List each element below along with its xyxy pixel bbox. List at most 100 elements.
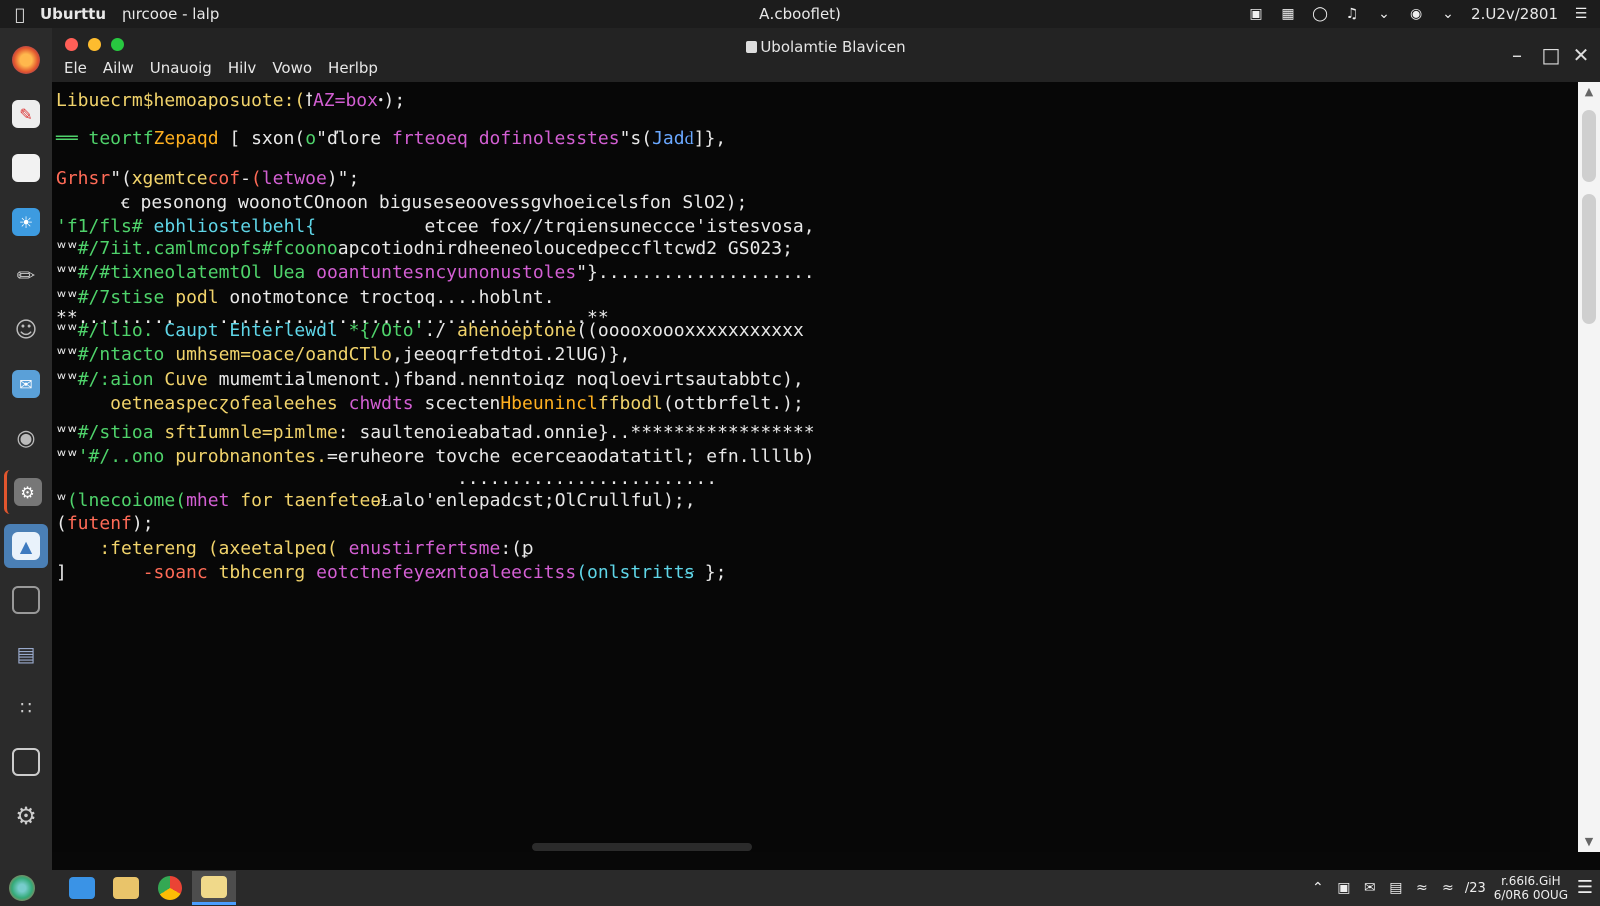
chevron-down-icon[interactable]: ⌄ (1439, 6, 1457, 22)
terminal-segment: #/ntacto (77, 344, 176, 365)
top-bar-clock[interactable]: 2.U2v/2801 (1471, 5, 1558, 23)
chevron-up-icon[interactable]: ⌃ (1309, 880, 1327, 896)
dock-item-settings[interactable]: ⚙ (4, 470, 48, 514)
dock-item-firefox[interactable] (4, 38, 48, 82)
terminal-segment: ʷʷ (56, 344, 78, 365)
terminal-segment: mumemtialmenont.)fband.nenntoiqz noqloev… (218, 369, 804, 390)
vertical-scrollbar[interactable]: ▲ ▼ (1578, 82, 1600, 852)
terminal-segment: (ottbrfelt.); (662, 393, 804, 414)
menu-search[interactable]: Hilv (228, 59, 257, 77)
tray-network-icon[interactable]: ≈ (1413, 880, 1431, 896)
taskbar-clock[interactable]: r.66I6.GiH 6/0R6 0OUG (1494, 874, 1568, 902)
dock-item-terminal[interactable] (4, 740, 48, 784)
terminal-segment: "( (110, 168, 132, 189)
terminal-segment: cof (207, 168, 241, 189)
dock-item-gear[interactable]: ⚙ (4, 794, 48, 838)
tray-language[interactable]: /23 (1465, 881, 1486, 896)
app-name[interactable]: Uburttu (40, 5, 106, 23)
tray-volume-icon[interactable]: ♫ (1343, 6, 1361, 22)
terminal-segment: Zepaqd (153, 128, 219, 149)
hamburger-menu-icon[interactable]: ☰ (1572, 6, 1590, 22)
menu-view[interactable]: Unauoig (150, 59, 212, 77)
window-menubar: Ele Ailw Unauoig Hilv Vowo Herlbp (64, 59, 378, 77)
terminal-segment: futenf (66, 513, 132, 534)
pen-icon: ✏ (16, 263, 36, 289)
terminal-segment: :fetereng (56, 538, 208, 559)
apple-menu-icon[interactable]:  (0, 5, 40, 24)
dock-item-webcam[interactable]: ◉ (4, 416, 48, 460)
terminal-segment: #/llio. (77, 320, 165, 341)
dock-item-stats[interactable]: ▤ (4, 632, 48, 676)
terminal-segment: ꝉ (305, 90, 313, 111)
menu-terminal[interactable]: Vowo (272, 59, 312, 77)
window-titlebar[interactable]: Ubolamtie Blavicen Ele Ailw Unauoig Hilv… (52, 28, 1600, 82)
clock-date: 6/0R6 0OUG (1493, 888, 1568, 902)
horizontal-scrollbar[interactable] (532, 843, 752, 851)
scroll-down-icon[interactable]: ▼ (1578, 832, 1600, 852)
dock-item-image-viewer[interactable]: ☀ (4, 200, 48, 244)
taskbar-folder[interactable] (104, 871, 148, 905)
tray-monitor-icon[interactable]: ▣ (1247, 6, 1265, 22)
close-icon[interactable]: ✕ (1568, 42, 1594, 68)
terminal-line: ........................ (56, 468, 717, 490)
app-menu[interactable]: ꞃırcooe - lalp (122, 5, 219, 23)
terminal-segment: scecten (424, 393, 501, 414)
tray-document-icon[interactable]: ▤ (1387, 880, 1405, 896)
menu-file[interactable]: Ele (64, 59, 87, 77)
dock-item-folder[interactable] (4, 578, 48, 622)
tray-cloud-icon[interactable]: ◯ (1311, 6, 1329, 22)
dock-item-files[interactable] (4, 146, 48, 190)
dock-item-pdf[interactable]: ✎ (4, 92, 48, 136)
terminal-segment: dofinolesstes (478, 128, 620, 149)
terminal-segment: *{/Oto' (348, 320, 425, 341)
dock-item-pen[interactable]: ✏ (4, 254, 48, 298)
maximize-icon[interactable]: □ (1538, 42, 1564, 68)
tray-bluetooth-icon[interactable]: ◉ (1407, 6, 1425, 22)
tray-grid-icon[interactable]: ▦ (1279, 6, 1297, 22)
apps-grid-icon: ∷ (20, 697, 32, 719)
notifications-icon[interactable]: ☰ (1576, 879, 1594, 897)
finder-icon (69, 877, 95, 899)
terminal-line: (futenf); (56, 513, 154, 535)
chrome-icon (158, 876, 182, 900)
terminal-segment: ʷʷ (56, 369, 78, 390)
scrollbar-thumb[interactable] (1582, 110, 1596, 182)
chevron-down-icon[interactable]: ⌄ (1375, 6, 1393, 22)
dock-item-apps-grid[interactable]: ∷ (4, 686, 48, 730)
terminal-segment: ( (56, 513, 67, 534)
ubuntu-start-button[interactable] (0, 871, 44, 905)
terminal-segment: ══ teortf (56, 128, 154, 149)
dock-item-mail[interactable]: ✉ (4, 362, 48, 406)
terminal-line: ʷʷ#/#tixneolatemtOl Uea ooantuntesncyuno… (56, 262, 815, 284)
scroll-up-icon[interactable]: ▲ (1578, 82, 1600, 102)
terminal-segment: ooantuntesncyunonustoles (316, 262, 577, 283)
minimize-icon[interactable]: – (1504, 42, 1530, 68)
terminal-segment: ahenoeptone (457, 320, 577, 341)
menu-edit[interactable]: Ailw (103, 59, 134, 77)
scrollbar-thumb[interactable] (1582, 194, 1596, 324)
terminal-segment: ʷʷ (56, 287, 78, 308)
taskbar-chrome[interactable] (148, 871, 192, 905)
user-icon: ☺ (14, 317, 38, 343)
tray-mail-icon[interactable]: ✉ (1361, 880, 1379, 896)
taskbar-finder[interactable] (60, 871, 104, 905)
tray-wifi-icon[interactable]: ≈ (1439, 880, 1457, 896)
terminal-line: ʷʷ#/7stise podl onotmotonce troctoq....h… (56, 287, 555, 309)
system-top-bar:  Uburttu ꞃırcooe - lalp A․cbooflet) ▣ ▦… (0, 0, 1600, 28)
terminal-line: ʷʷ#/llio. Caupt Ehterlewdl *{/Oto'./ ahe… (56, 320, 804, 342)
menu-help[interactable]: Herlbp (328, 59, 378, 77)
terminal-segment: etcee fox//trqiensuneccce'istesvosa, (424, 216, 815, 237)
terminal-segment: "s( (619, 128, 653, 149)
dock-item-user[interactable]: ☺ (4, 308, 48, 352)
terminal-line: ʷ(lnecoiome(mhet for taenfeteѳⱢalo'enlep… (56, 490, 696, 512)
terminal-segment: ʷʷ (56, 262, 78, 283)
terminal-segment: ʷʷ (56, 320, 78, 341)
taskbar-file-manager[interactable] (192, 871, 236, 905)
terminal-line: ꞓ pesonong woonotCOnoon biguseseoovessgv… (56, 192, 747, 214)
dock-item-photos[interactable]: ▲ (4, 524, 48, 568)
terminal-segment: Ɫalo'enlepadcst;OlCrullful);, (381, 490, 696, 511)
terminal-segment: ʷ (56, 490, 67, 511)
terminal-output[interactable]: Libuecrm$hemoaposuote:(ꝉAZ=boxꞏ); ══ teor… (52, 82, 1550, 852)
tray-app-icon[interactable]: ▣ (1335, 880, 1353, 896)
terminal-segment: Hbeunincl (500, 393, 598, 414)
